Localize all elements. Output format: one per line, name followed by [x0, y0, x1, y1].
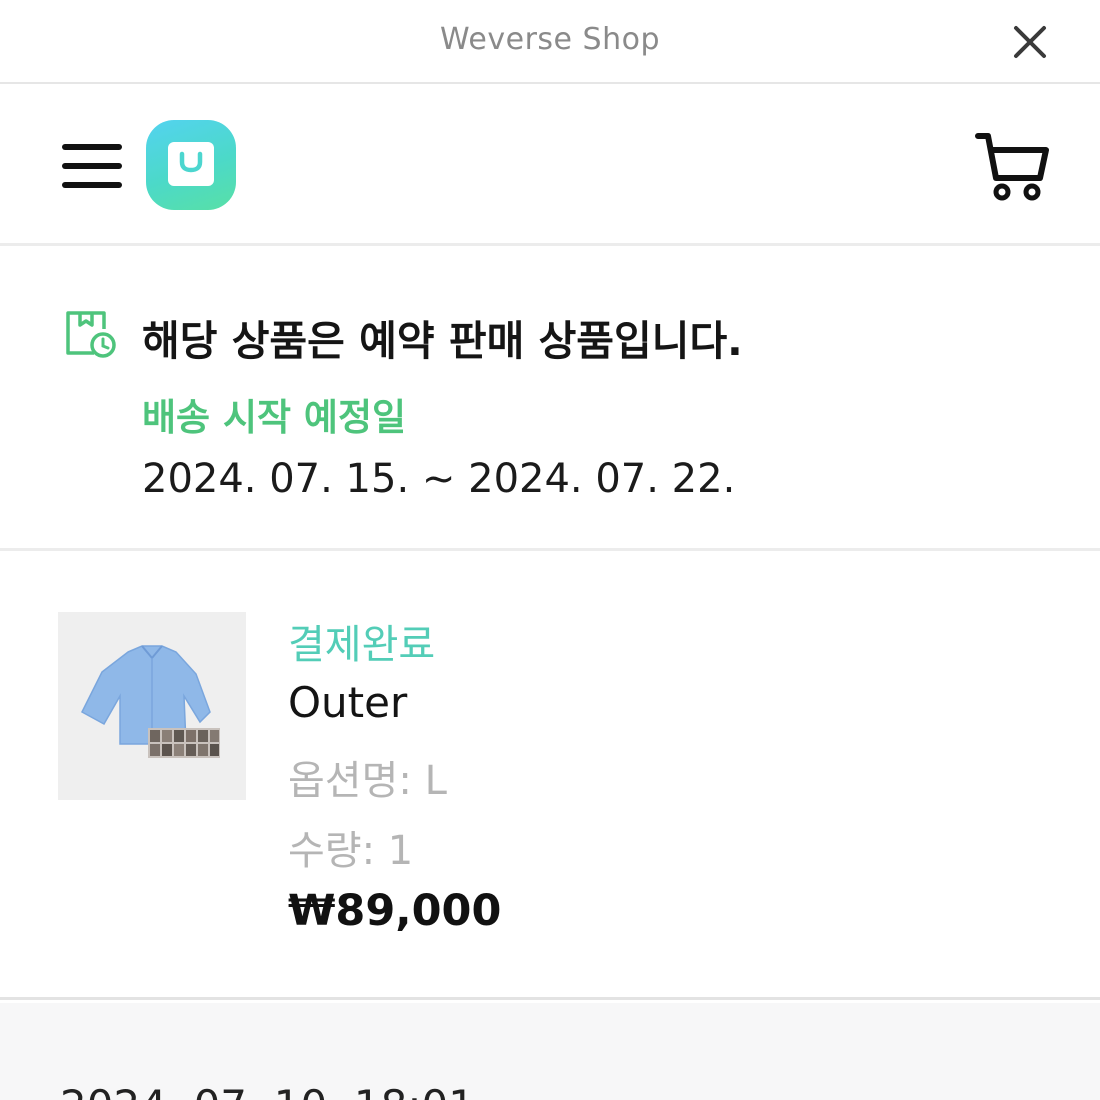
bag-shape — [168, 142, 214, 186]
bag-handle-icon — [179, 151, 203, 173]
product-price: ₩89,000 — [288, 886, 502, 936]
window-title: Weverse Shop — [440, 22, 660, 57]
hamburger-menu-icon[interactable] — [62, 141, 126, 191]
shopping-bag-logo-icon[interactable] — [146, 120, 236, 210]
order-datetime: 2024. 07. 10. 18:01 — [60, 1081, 475, 1100]
product-name[interactable]: Outer — [288, 678, 407, 727]
close-icon[interactable] — [1008, 20, 1052, 64]
order-item: 결제완료 Outer 옵션명: L 수량: 1 ₩89,000 — [0, 554, 1100, 1000]
cart-icon[interactable] — [974, 130, 1054, 204]
shipping-start-label: 배송 시작 예정일 — [142, 396, 407, 439]
product-quantity: 수량: 1 — [288, 828, 414, 874]
window-titlebar: Weverse Shop — [0, 0, 1100, 84]
product-shirt-image[interactable] — [58, 612, 246, 800]
calendar-clock-icon — [66, 311, 116, 358]
order-date-section: 2024. 07. 10. 18:01 — [0, 1003, 1100, 1100]
order-status: 결제완료 — [288, 622, 436, 668]
preorder-message: 해당 상품은 예약 판매 상품입니다. — [142, 317, 743, 365]
product-option: 옵션명: L — [288, 758, 447, 804]
preorder-notice: 해당 상품은 예약 판매 상품입니다. 배송 시작 예정일 2024. 07. … — [0, 249, 1100, 551]
shipping-date-range: 2024. 07. 15. ~ 2024. 07. 22. — [142, 456, 736, 502]
app-header — [0, 86, 1100, 246]
shirt-illustration — [81, 645, 220, 758]
